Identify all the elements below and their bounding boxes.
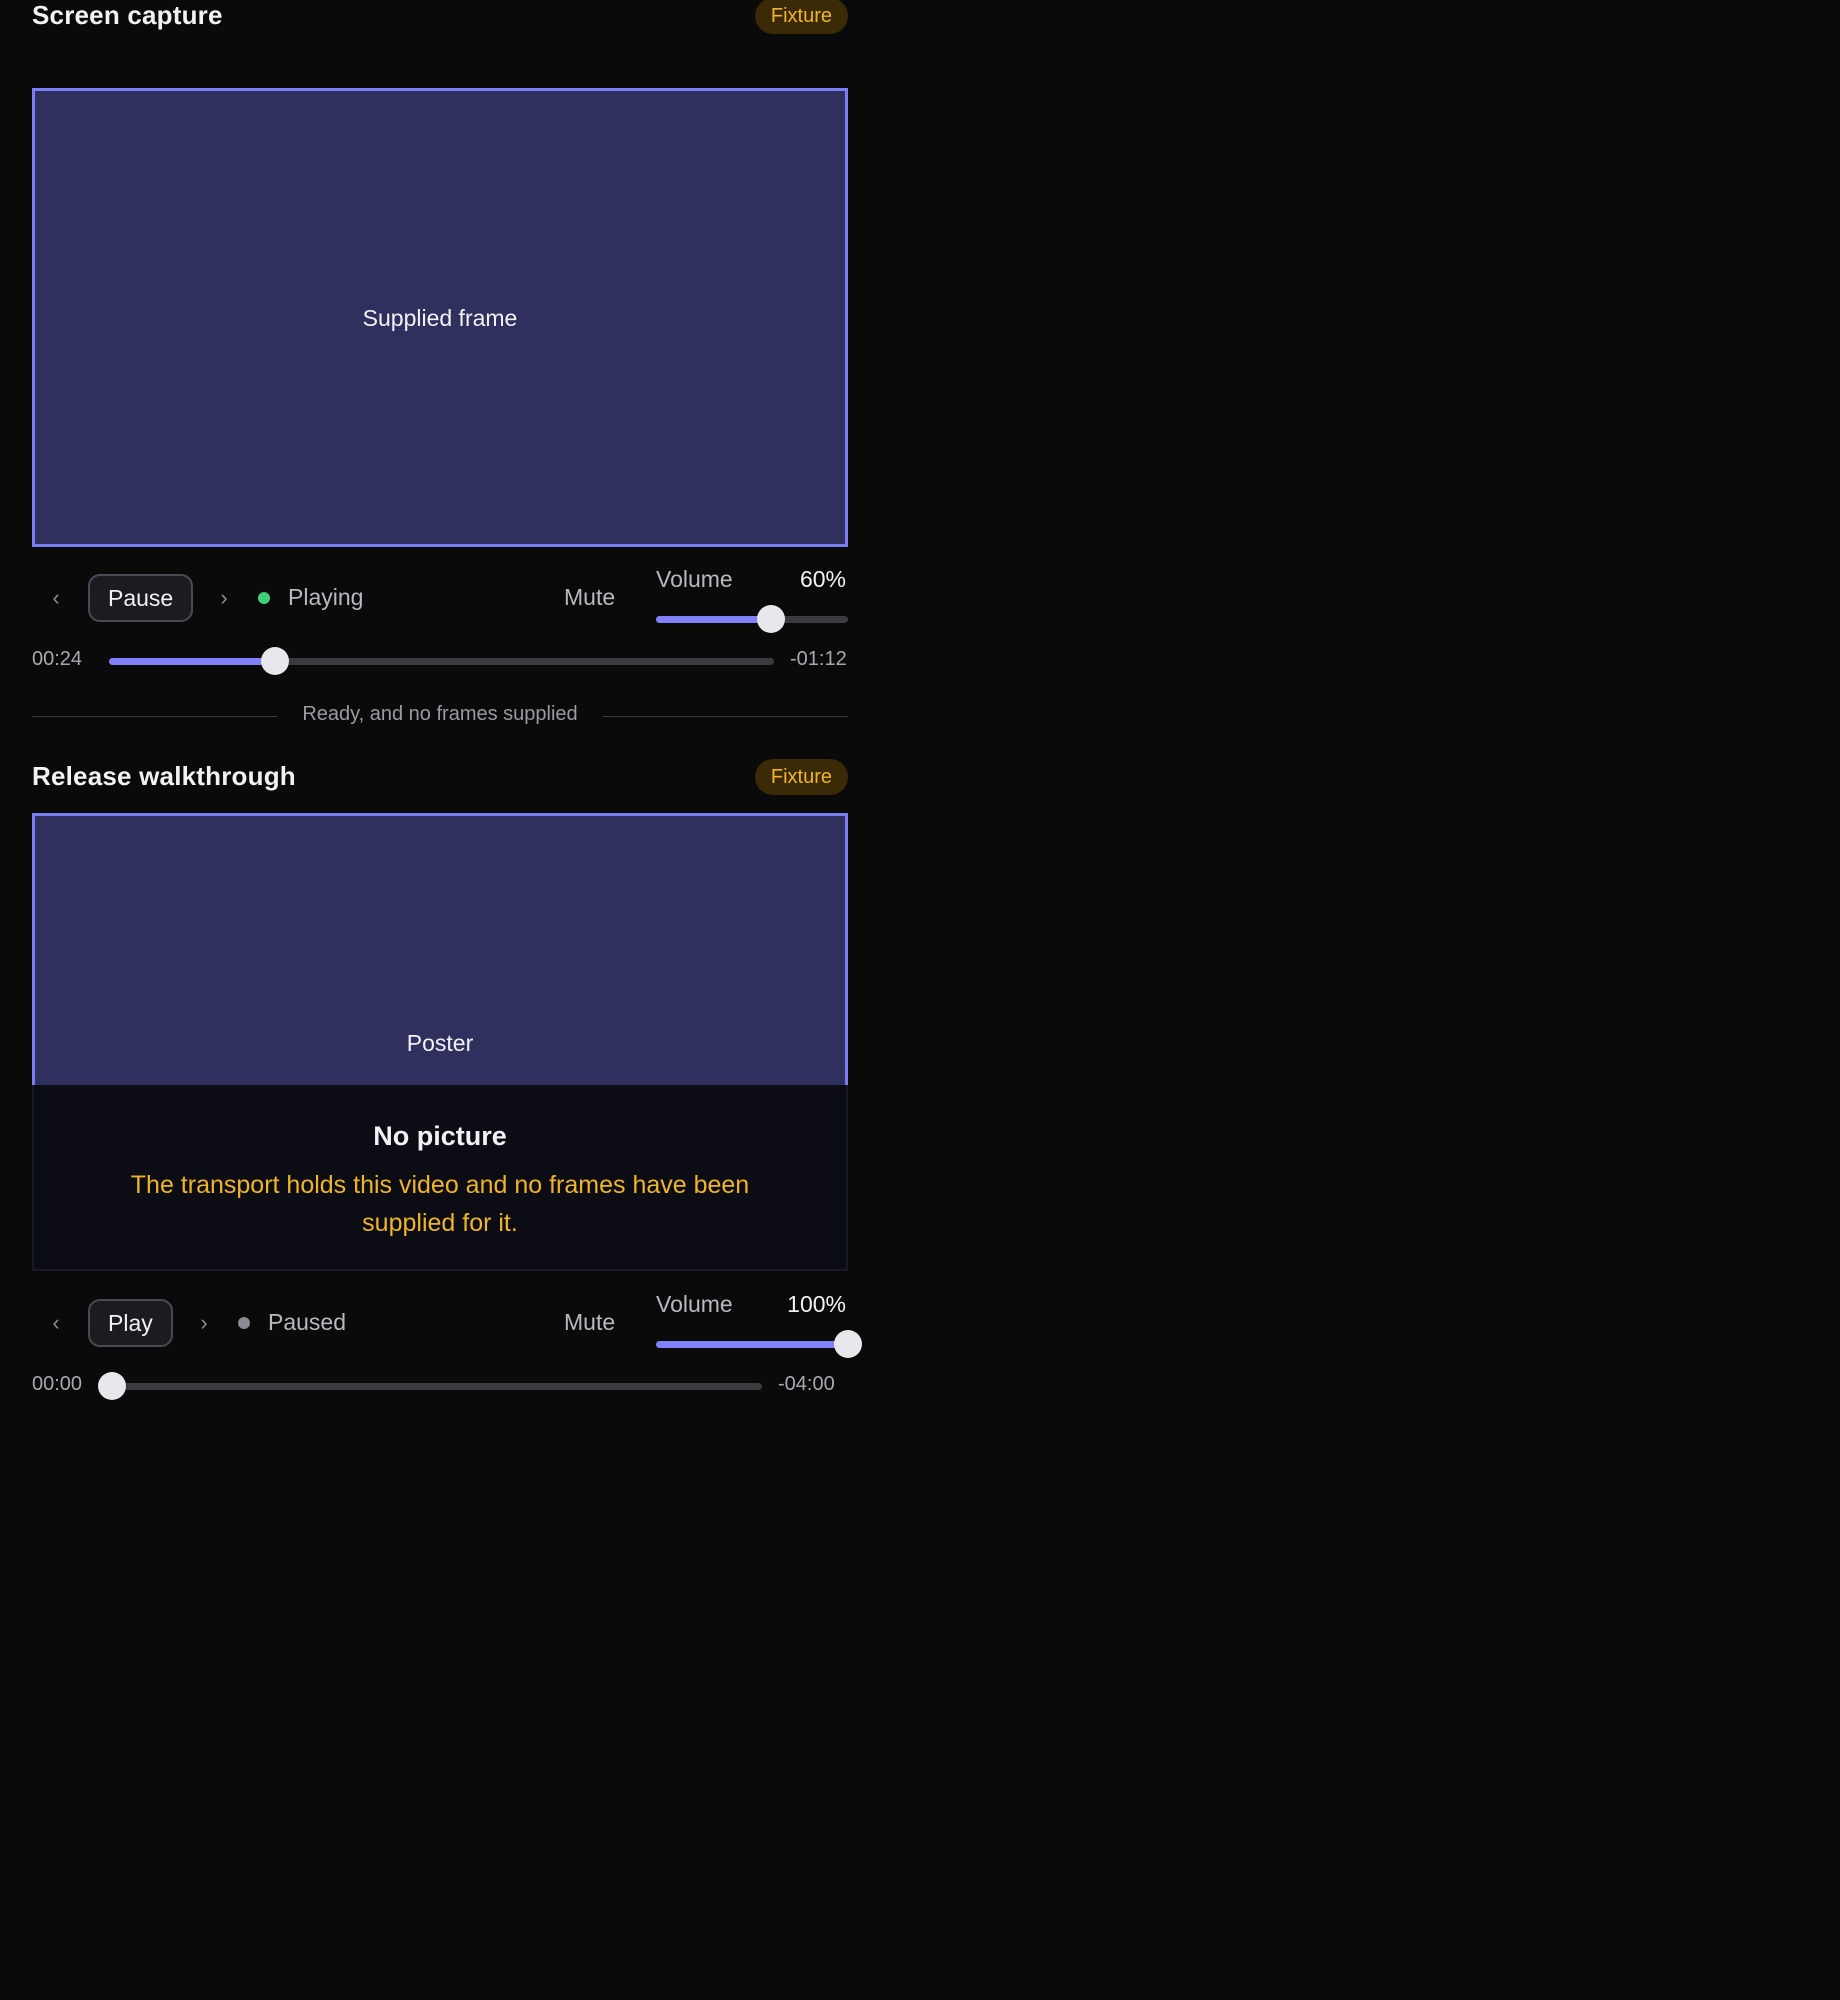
transport-controls: ‹ Play › Paused Mute Volume 100%: [32, 1291, 862, 1358]
chevron-right-icon[interactable]: ›: [192, 1309, 216, 1337]
no-picture-message: The transport holds this video and no fr…: [130, 1171, 750, 1237]
status-dot: [258, 592, 270, 604]
player-title: Screen capture: [32, 0, 223, 30]
transport-controls: ‹ Pause › Playing Mute Volume 60%: [32, 566, 848, 633]
mute-button[interactable]: Mute: [564, 1309, 615, 1336]
volume-thumb[interactable]: [757, 605, 786, 633]
elapsed-time: 00:00: [32, 1373, 83, 1395]
player-screen-capture: Screen capture Fixture: [32, 0, 848, 88]
divider-text: Ready, and no frames supplied: [302, 703, 578, 725]
no-picture-panel: No picture The transport holds this vide…: [32, 1085, 848, 1271]
mute-button[interactable]: Mute: [564, 584, 615, 611]
pause-button[interactable]: Pause: [88, 574, 194, 622]
volume-fill: [656, 616, 772, 623]
fixture-badge: Fixture: [754, 0, 848, 34]
volume-label: Volume: [656, 1291, 733, 1317]
fixture-badge: Fixture: [754, 759, 848, 795]
chevron-left-icon[interactable]: ‹: [44, 1309, 68, 1337]
playback-status: Playing: [288, 584, 364, 610]
player-header: Release walkthrough Fixture: [32, 759, 848, 813]
divider-line-right: [603, 716, 848, 717]
player-release-walkthrough: Release walkthrough Fixture: [32, 759, 848, 813]
player-title: Release walkthrough: [32, 761, 296, 791]
volume-value: 100%: [787, 1291, 846, 1317]
seek-fill: [109, 658, 276, 665]
volume-label: Volume: [656, 566, 733, 592]
frame-label: Supplied frame: [362, 305, 518, 331]
chevron-right-icon[interactable]: ›: [212, 584, 236, 612]
status-dot: [238, 1317, 250, 1329]
seek-thumb[interactable]: [261, 647, 290, 675]
volume-slider[interactable]: [656, 605, 848, 633]
play-button[interactable]: Play: [88, 1299, 173, 1347]
poster-label: Poster: [406, 1030, 474, 1056]
remaining-time: -04:00: [778, 1373, 835, 1395]
seek-thumb[interactable]: [98, 1372, 126, 1400]
chevron-left-icon[interactable]: ‹: [44, 584, 68, 612]
volume-value: 60%: [799, 566, 846, 592]
status-divider: Ready, and no frames supplied: [32, 701, 848, 731]
no-picture-title: No picture: [373, 1121, 507, 1151]
player-header: Screen capture Fixture: [32, 0, 848, 52]
volume-slider[interactable]: [656, 1330, 862, 1358]
seek-slider[interactable]: [109, 647, 774, 675]
volume-thumb[interactable]: [834, 1330, 862, 1358]
playback-status: Paused: [268, 1309, 347, 1335]
remaining-time: -01:12: [790, 648, 847, 670]
video-viewport[interactable]: Supplied frame: [32, 88, 848, 547]
elapsed-time: 00:24: [32, 648, 83, 670]
volume-fill: [656, 1341, 848, 1348]
seek-slider[interactable]: [98, 1372, 762, 1400]
video-viewport[interactable]: Poster: [32, 813, 848, 1085]
